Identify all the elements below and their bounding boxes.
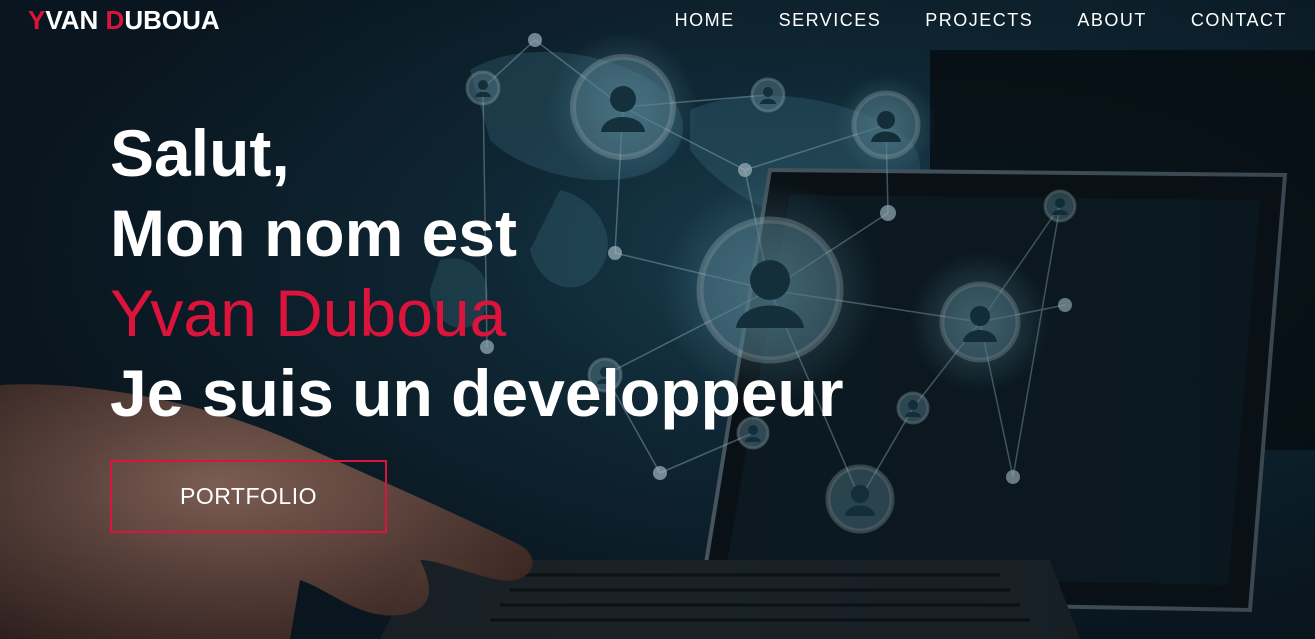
nav-item-projects: PROJECTS: [881, 10, 1033, 31]
brand-first-rest: VAN: [45, 5, 99, 35]
brand-logo[interactable]: YVAN DUBOUA: [28, 7, 220, 33]
hero-role: Je suis un developpeur: [110, 356, 844, 430]
hero-section: YVAN DUBOUA HOME SERVICES PROJECTS ABOUT…: [0, 0, 1315, 639]
hero-name: Yvan Duboua: [110, 276, 507, 350]
brand-first-initial: Y: [28, 5, 46, 35]
nav-link-projects[interactable]: PROJECTS: [925, 10, 1033, 31]
nav-menu: HOME SERVICES PROJECTS ABOUT CONTACT: [631, 10, 1287, 31]
nav-item-contact: CONTACT: [1147, 10, 1287, 31]
navbar: YVAN DUBOUA HOME SERVICES PROJECTS ABOUT…: [0, 0, 1315, 40]
nav-item-about: ABOUT: [1033, 10, 1147, 31]
brand-last-initial: D: [105, 5, 125, 35]
nav-link-contact[interactable]: CONTACT: [1191, 10, 1287, 31]
nav-link-about[interactable]: ABOUT: [1077, 10, 1147, 31]
brand-last-rest: UBOUA: [124, 5, 220, 35]
nav-item-services: SERVICES: [735, 10, 882, 31]
hero-intro: Mon nom est: [110, 196, 517, 270]
nav-item-home: HOME: [631, 10, 735, 31]
portfolio-button[interactable]: PORTFOLIO: [110, 460, 387, 533]
hero-greeting: Salut,: [110, 116, 290, 190]
nav-link-services[interactable]: SERVICES: [779, 10, 882, 31]
hero-heading: Salut, Mon nom est Yvan Duboua Je suis u…: [110, 113, 844, 433]
nav-link-home[interactable]: HOME: [675, 10, 735, 31]
